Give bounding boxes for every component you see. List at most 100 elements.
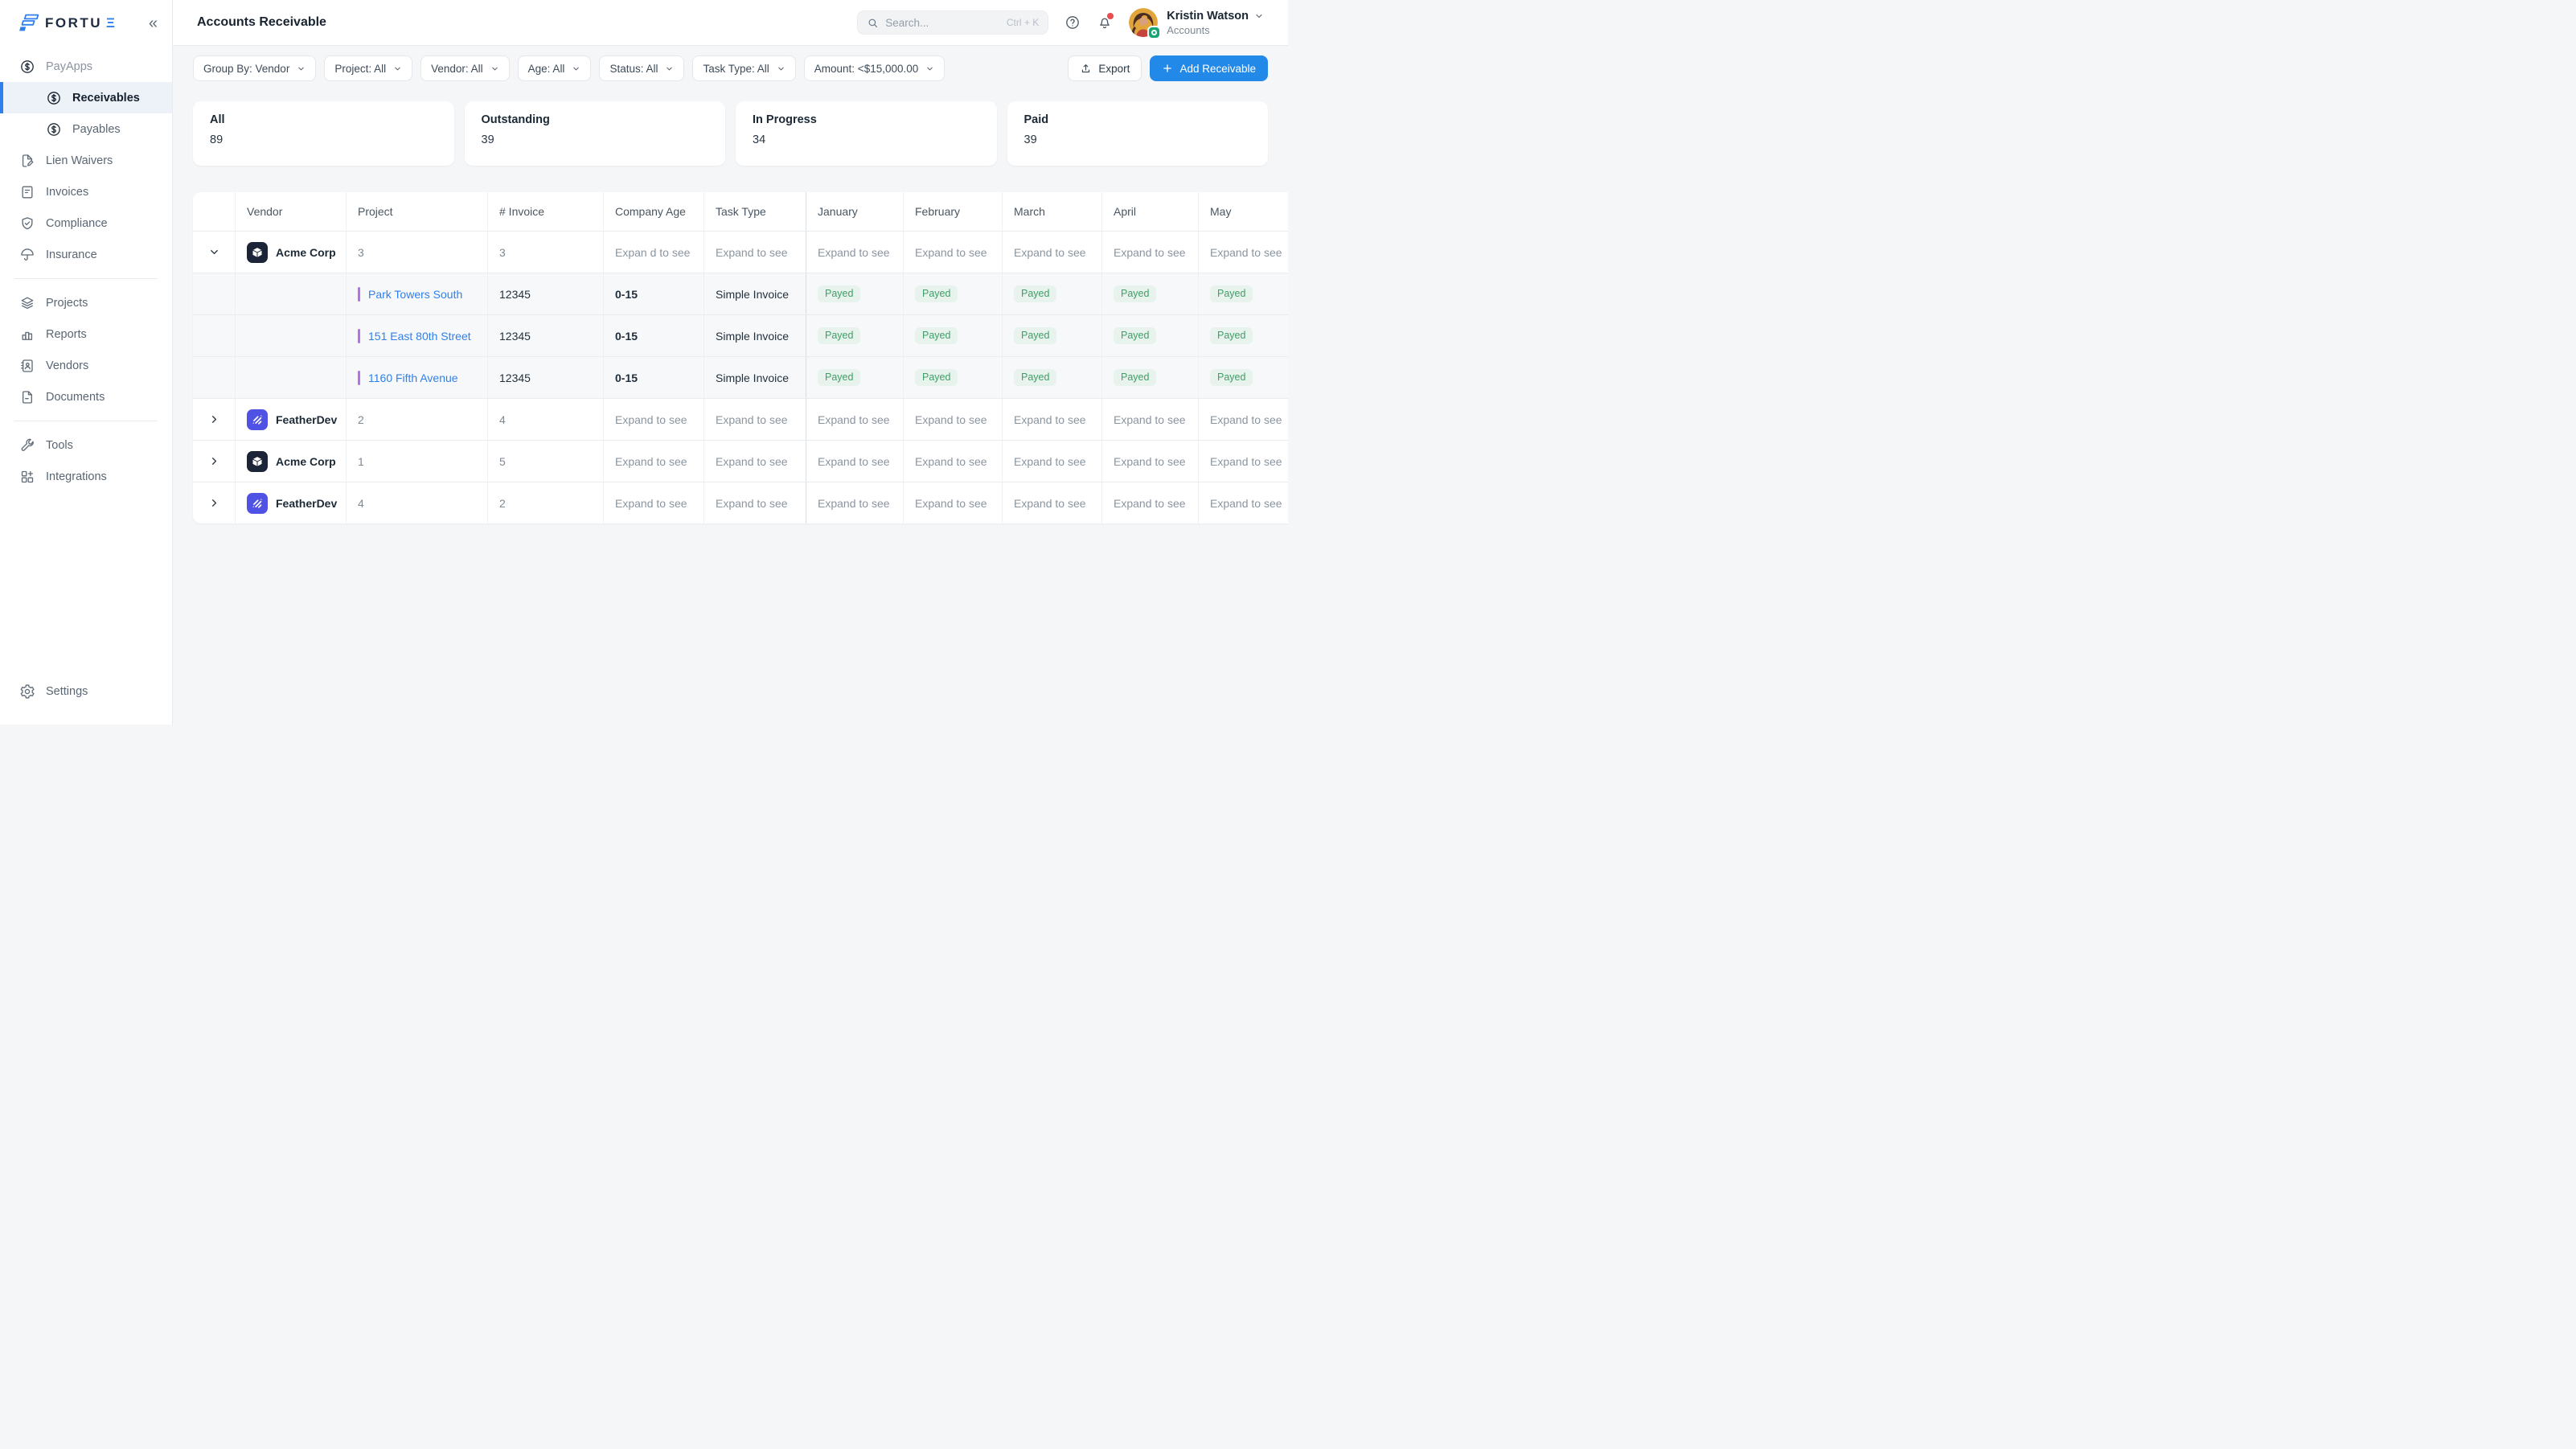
invoice-value: 4 xyxy=(499,413,506,426)
sidebar-item-integrations[interactable]: Integrations xyxy=(0,461,172,492)
month-cell: Payed xyxy=(806,273,904,314)
month-expand-text: Expand to see xyxy=(818,497,890,510)
add-receivable-button[interactable]: Add Receivable xyxy=(1150,55,1268,81)
status-badge: Payed xyxy=(818,285,860,302)
status-badge: Payed xyxy=(1210,285,1253,302)
month-expand-text: Expand to see xyxy=(1014,413,1086,426)
user-role: Accounts xyxy=(1167,24,1264,36)
chevron-down-icon[interactable] xyxy=(1254,11,1264,21)
sidebar-item-payables[interactable]: Payables xyxy=(0,113,172,145)
summary-card-paid[interactable]: Paid39 xyxy=(1007,101,1269,166)
brand-accent-letter: Ξ xyxy=(106,15,115,31)
expand-cell xyxy=(193,357,236,398)
brand-name: FORTU xyxy=(45,15,102,31)
content: Group By: Vendor Project: All Vendor: All A… xyxy=(173,46,1288,724)
month-cell: Expand to see xyxy=(806,232,904,273)
sidebar-item-insurance[interactable]: Insurance xyxy=(0,239,172,270)
project-link[interactable]: 1160 Fifth Avenue xyxy=(368,371,458,384)
status-badge: Payed xyxy=(1210,327,1253,344)
month-cell: Expand to see xyxy=(806,441,904,482)
col-header-vendor: Vendor xyxy=(236,192,347,231)
month-cell: Expand to see xyxy=(904,441,1003,482)
chev-down-icon xyxy=(572,64,580,73)
month-cell: Expand to see xyxy=(1102,441,1199,482)
month-cell: Expand to see xyxy=(1102,232,1199,273)
filter-chip-vendor[interactable]: Vendor: All xyxy=(420,55,510,81)
column-header-label: January xyxy=(818,205,858,218)
vendor-name: FeatherDev xyxy=(276,413,337,426)
month-cell: Expand to see xyxy=(1003,399,1102,440)
project-link[interactable]: Park Towers South xyxy=(368,288,462,301)
filter-chip-status[interactable]: Status: All xyxy=(599,55,684,81)
month-expand-text: Expand to see xyxy=(1210,455,1282,468)
sidebar-item-documents[interactable]: Documents xyxy=(0,381,172,413)
user-menu[interactable]: Kristin Watson Accounts xyxy=(1129,8,1264,37)
sidebar-item-payapps[interactable]: PayApps xyxy=(0,51,172,82)
chev-down-icon xyxy=(777,64,786,73)
project-count: 3 xyxy=(358,246,364,259)
filter-chip-age[interactable]: Age: All xyxy=(518,55,592,81)
collapse-sidebar-icon[interactable]: « xyxy=(149,15,158,31)
sidebar-item-vendors[interactable]: Vendors xyxy=(0,350,172,381)
sidebar-item-label: Vendors xyxy=(46,359,88,372)
doc-dash-icon xyxy=(19,389,35,405)
month-cell: Expand to see xyxy=(1199,441,1288,482)
dollar-circle-icon xyxy=(46,90,62,106)
sidebar-item-label: Projects xyxy=(46,297,88,310)
col-header-may: May xyxy=(1199,192,1288,231)
help-icon[interactable] xyxy=(1064,14,1081,31)
filter-chip-amount[interactable]: Amount: <$15,000.00 xyxy=(804,55,945,81)
sidebar-item-lien-waivers[interactable]: Lien Waivers xyxy=(0,145,172,176)
acme-logo xyxy=(247,242,268,263)
month-cell: Expand to see xyxy=(1102,482,1199,523)
sidebar-item-compliance[interactable]: Compliance xyxy=(0,207,172,239)
filter-chip-label: Group By: Vendor xyxy=(203,63,289,75)
month-cell: Payed xyxy=(1199,315,1288,356)
chevron-right-icon[interactable] xyxy=(208,455,220,467)
sidebar-divider xyxy=(14,278,158,279)
sidebar-header: FORTUΞ « xyxy=(0,0,172,46)
status-badge: Payed xyxy=(1014,285,1056,302)
invoice-value: 12345 xyxy=(499,371,531,384)
column-header-label: February xyxy=(915,205,960,218)
company-age-value: Expand to see xyxy=(615,455,687,468)
export-button[interactable]: Export xyxy=(1068,55,1142,81)
sidebar-item-invoices[interactable]: Invoices xyxy=(0,176,172,207)
month-cell: Payed xyxy=(806,315,904,356)
plus-icon xyxy=(1162,63,1173,74)
sidebar-item-tools[interactable]: Tools xyxy=(0,429,172,461)
expand-cell xyxy=(193,399,236,440)
filter-chip-label: Status: All xyxy=(609,63,658,75)
chevron-right-icon[interactable] xyxy=(208,497,220,509)
summary-card-outstanding[interactable]: Outstanding39 xyxy=(465,101,726,166)
sidebar-item-reports[interactable]: Reports xyxy=(0,318,172,350)
company-age-value: 0-15 xyxy=(615,330,638,343)
sidebar-item-label: Documents xyxy=(46,391,105,404)
invoice-cell: 2 xyxy=(488,482,604,523)
grid-plus-icon xyxy=(19,469,35,485)
chevron-down-icon[interactable] xyxy=(208,246,220,258)
month-cell: Expand to see xyxy=(904,232,1003,273)
sidebar-item-settings[interactable]: Settings xyxy=(0,675,172,707)
summary-card-all[interactable]: All89 xyxy=(193,101,454,166)
project-color-bar xyxy=(358,329,360,343)
summary-card-in-progress[interactable]: In Progress34 xyxy=(736,101,997,166)
month-expand-text: Expand to see xyxy=(818,455,890,468)
summary-cards: All89Outstanding39In Progress34Paid39 xyxy=(193,101,1268,166)
project-link[interactable]: 151 East 80th Street xyxy=(368,330,471,343)
chevron-right-icon[interactable] xyxy=(208,413,220,425)
sidebar-item-label: Receivables xyxy=(72,92,140,105)
sidebar-item-projects[interactable]: Projects xyxy=(0,287,172,318)
filter-chip-project[interactable]: Project: All xyxy=(324,55,412,81)
filter-chip-group-by[interactable]: Group By: Vendor xyxy=(193,55,316,81)
summary-card-label: In Progress xyxy=(753,113,980,126)
filter-chip-task-type[interactable]: Task Type: All xyxy=(692,55,795,81)
bell-icon[interactable] xyxy=(1097,14,1113,31)
receivables-table: VendorProject# InvoiceCompany AgeTask Ty… xyxy=(193,192,1288,523)
sidebar-item-receivables[interactable]: Receivables xyxy=(0,82,172,113)
project-cell: 1 xyxy=(347,441,488,482)
invoice-cell: 5 xyxy=(488,441,604,482)
expand-cell xyxy=(193,273,236,314)
search-input[interactable]: Search... Ctrl + K xyxy=(857,10,1048,35)
month-cell: Expand to see xyxy=(1003,482,1102,523)
